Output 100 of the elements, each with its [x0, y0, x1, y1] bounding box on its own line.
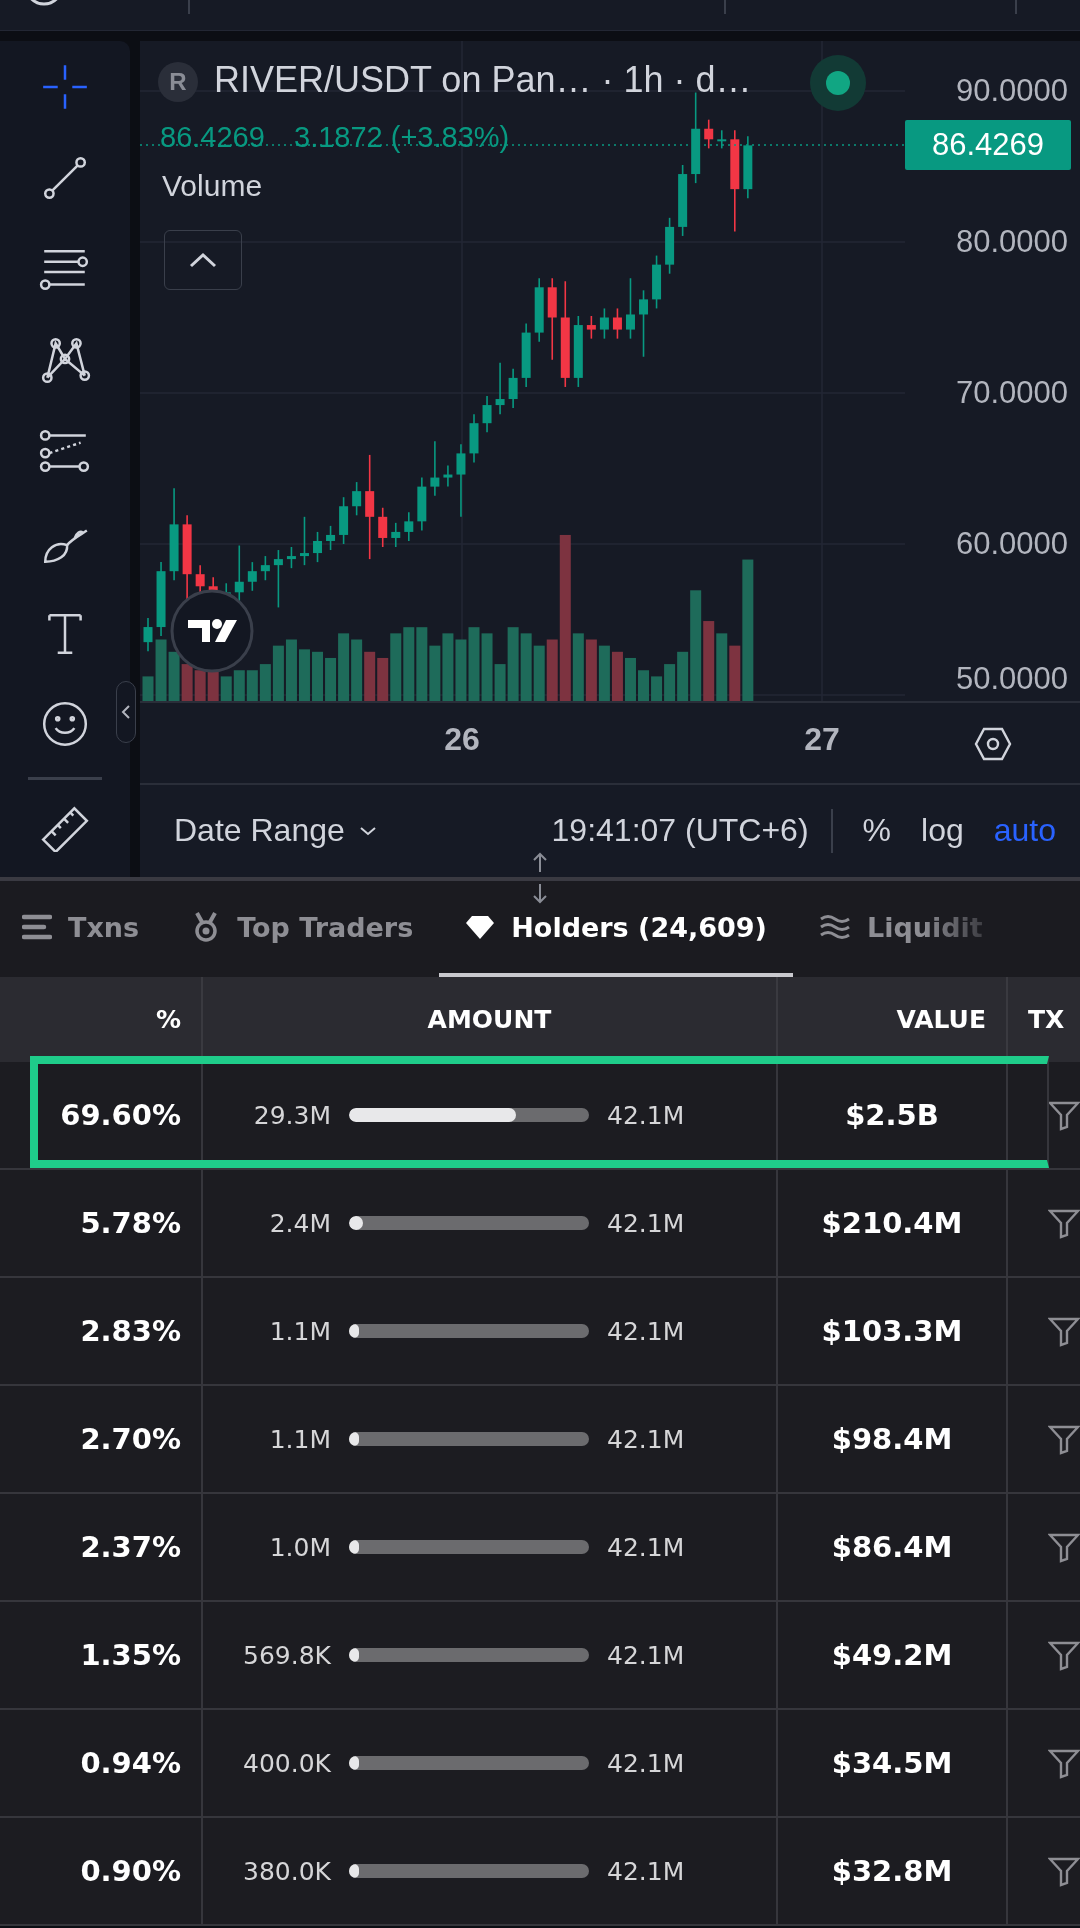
- holder-amount: 29.3M: [252, 1100, 331, 1130]
- volume-bar: [194, 670, 206, 701]
- last-price: 86.4269: [160, 121, 265, 154]
- volume-bar: [533, 645, 545, 701]
- holder-amount: 380.0K: [242, 1856, 331, 1886]
- scale-option[interactable]: %: [862, 812, 891, 849]
- volume-bar: [299, 649, 310, 701]
- holder-amount: 2.4M: [268, 1208, 331, 1238]
- table-row[interactable]: 2.70% 1.1M 42.1M $98.4M: [0, 1386, 1080, 1494]
- filter-icon[interactable]: [1048, 1207, 1080, 1239]
- max-amount: 42.1M: [607, 1100, 685, 1130]
- max-amount: 42.1M: [607, 1532, 685, 1562]
- holder-amount: 400.0K: [242, 1748, 331, 1778]
- scale-option[interactable]: log: [921, 812, 964, 849]
- chart-title[interactable]: RIVER/USDT on Pan… · 1h · d…: [214, 59, 752, 101]
- volume-bar: [351, 639, 363, 701]
- holder-value: $34.5M: [831, 1746, 953, 1780]
- holder-value: $103.3M: [821, 1314, 963, 1348]
- waves-icon: [818, 914, 851, 940]
- volume-bar: [625, 657, 636, 701]
- column-header[interactable]: VALUE: [896, 1005, 986, 1034]
- resize-icon[interactable]: [530, 852, 550, 904]
- list-icon: [22, 914, 52, 940]
- volume-bar: [312, 651, 323, 701]
- sidebar-toggle[interactable]: [116, 681, 136, 743]
- filter-icon[interactable]: [1048, 1315, 1080, 1347]
- diamond-icon: [465, 914, 496, 940]
- settings-icon[interactable]: [974, 725, 1012, 763]
- price-axis-label: 60.0000: [955, 525, 1068, 563]
- table-row[interactable]: 5.78% 2.4M 42.1M $210.4M: [0, 1170, 1080, 1278]
- volume-bar: [520, 633, 532, 701]
- holder-percent: 1.35%: [80, 1638, 181, 1672]
- volume-bar: [455, 639, 467, 701]
- filter-icon[interactable]: [1048, 1747, 1080, 1779]
- filter-icon[interactable]: [1048, 1531, 1080, 1563]
- volume-bar: [638, 670, 649, 701]
- price-axis-label: 90.0000: [955, 72, 1068, 110]
- filter-icon[interactable]: [1048, 1639, 1080, 1671]
- filter-icon[interactable]: [1048, 1855, 1080, 1887]
- volume-bar: [598, 645, 610, 701]
- column-header[interactable]: %: [155, 1005, 181, 1034]
- volume-bar: [233, 670, 245, 701]
- filter-icon[interactable]: [1048, 1099, 1080, 1131]
- max-amount: 42.1M: [607, 1208, 685, 1238]
- volume-bar: [429, 645, 441, 701]
- filter-icon[interactable]: [1048, 1423, 1080, 1455]
- holder-value: $86.4M: [831, 1530, 953, 1564]
- holder-amount: 1.1M: [268, 1316, 331, 1346]
- volume-bar: [716, 633, 728, 701]
- collapse-button[interactable]: [164, 230, 242, 290]
- volume-bar: [285, 639, 297, 701]
- holder-value: $32.8M: [831, 1854, 953, 1888]
- price-change: 3.1872 (+3.83%): [294, 121, 510, 154]
- max-amount: 42.1M: [607, 1748, 685, 1778]
- price-axis-label: 80.0000: [955, 223, 1068, 261]
- volume-bar: [181, 664, 193, 701]
- max-amount: 42.1M: [607, 1316, 685, 1346]
- table-row[interactable]: 2.83% 1.1M 42.1M $103.3M: [0, 1278, 1080, 1386]
- volume-bar: [585, 639, 597, 701]
- holder-value: $98.4M: [831, 1422, 953, 1456]
- logo-icon[interactable]: [170, 589, 254, 673]
- max-amount: 42.1M: [607, 1856, 685, 1886]
- table-row[interactable]: 1.35% 569.8K 42.1M $49.2M: [0, 1602, 1080, 1710]
- chevron-up-icon: [188, 251, 218, 269]
- table-row[interactable]: 0.94% 400.0K 42.1M $34.5M: [0, 1710, 1080, 1818]
- time-axis-label: 27: [804, 721, 840, 758]
- volume-bar: [364, 651, 376, 701]
- table-row[interactable]: 2.37% 1.0M 42.1M $86.4M: [0, 1494, 1080, 1602]
- holder-percent: 0.90%: [80, 1854, 181, 1888]
- clock: 19:41:07 (UTC+6): [551, 812, 809, 849]
- time-axis-label: 26: [444, 721, 480, 758]
- holder-percent: 2.37%: [80, 1530, 181, 1564]
- column-header[interactable]: TX: [1028, 1005, 1065, 1034]
- holder-value: $210.4M: [821, 1206, 963, 1240]
- indicator-label: Volume: [162, 169, 263, 203]
- holder-percent: 0.94%: [80, 1746, 181, 1780]
- column-header[interactable]: AMOUNT: [427, 1005, 552, 1034]
- current-price-label: 86.4269: [905, 119, 1071, 170]
- holder-amount: 1.1M: [268, 1424, 331, 1454]
- table-row[interactable]: 0.90% 380.0K 42.1M $32.8M: [0, 1818, 1080, 1926]
- chevron-left-icon: [121, 704, 131, 720]
- max-amount: 42.1M: [607, 1424, 685, 1454]
- holder-value: $49.2M: [831, 1638, 953, 1672]
- scale-option[interactable]: auto: [993, 812, 1056, 849]
- volume-bar: [168, 651, 180, 701]
- holder-amount: 1.0M: [268, 1532, 331, 1562]
- volume-bar: [442, 633, 454, 701]
- holder-percent: 2.70%: [80, 1422, 181, 1456]
- tab[interactable]: Top Traders: [165, 881, 440, 977]
- holder-percent: 5.78%: [80, 1206, 181, 1240]
- holder-percent: 69.60%: [60, 1098, 181, 1132]
- table-row[interactable]: 69.60% 29.3M 42.1M $2.5B: [0, 1062, 1080, 1170]
- holder-amount: 569.8K: [242, 1640, 331, 1670]
- tab[interactable]: Liquidit: [792, 881, 1009, 977]
- holder-value: $2.5B: [845, 1098, 939, 1132]
- date-range-dropdown[interactable]: Date Range: [174, 812, 377, 849]
- tab[interactable]: Txns: [0, 881, 166, 977]
- price-axis-label: 50.0000: [955, 660, 1068, 698]
- price-axis-label: 70.0000: [955, 374, 1068, 412]
- symbol-badge: R: [158, 62, 198, 102]
